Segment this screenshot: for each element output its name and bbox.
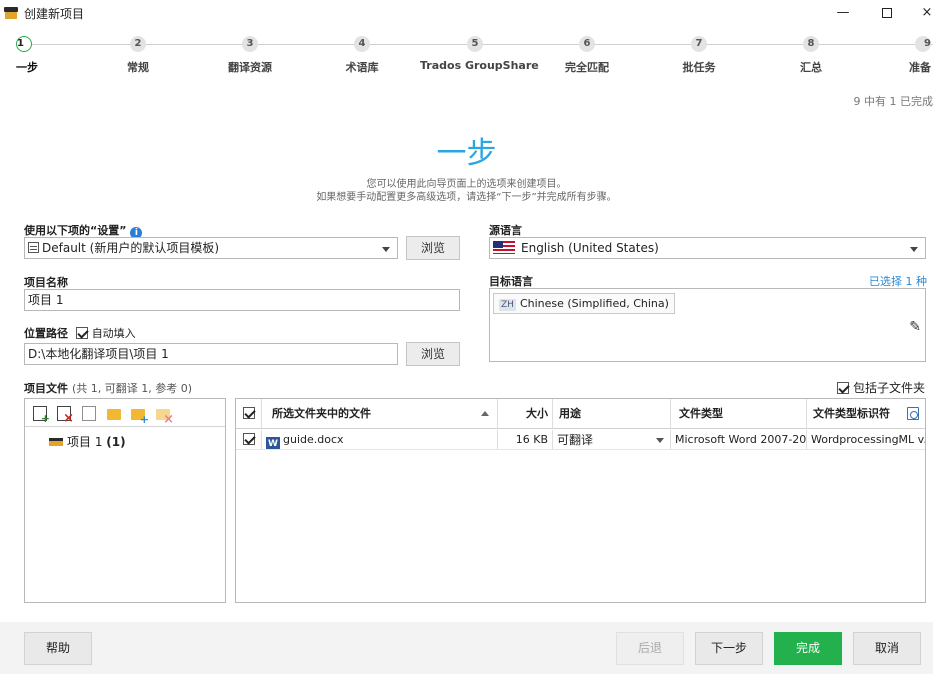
step-8[interactable]: 8 汇总 xyxy=(756,36,866,75)
step-9[interactable]: 9 准备 xyxy=(871,36,931,75)
project-name-input[interactable]: 项目 1 xyxy=(24,289,460,311)
step-number: 9 xyxy=(915,36,931,52)
target-language-box[interactable]: ZH Chinese (Simplified, China) ✎ xyxy=(489,288,926,362)
copy-files-icon[interactable] xyxy=(82,406,96,421)
minimize-button[interactable]: — xyxy=(828,3,858,23)
browse-location-button[interactable]: 浏览 xyxy=(406,342,460,366)
column-header-file-type[interactable]: 文件类型 xyxy=(671,399,807,429)
step-number: 8 xyxy=(803,36,819,52)
sort-ascending-icon xyxy=(481,411,489,416)
language-tag: ZH xyxy=(499,299,516,311)
step-1[interactable]: 1 一步 xyxy=(16,36,56,75)
step-label: 完全匹配 xyxy=(565,61,609,74)
tree-item-count: (1) xyxy=(106,435,126,449)
project-folder-icon xyxy=(49,438,63,446)
us-flag-icon xyxy=(493,241,515,254)
add-folder-icon[interactable] xyxy=(107,409,121,420)
column-header-file-type-id[interactable]: 文件类型标识符 xyxy=(807,399,925,429)
step-number: 6 xyxy=(579,36,595,52)
browse-template-button[interactable]: 浏览 xyxy=(406,236,460,260)
step-label: Trados GroupShare xyxy=(420,59,539,72)
column-header-size[interactable]: 大小 xyxy=(498,399,553,429)
close-button[interactable]: × xyxy=(912,3,933,23)
column-header-usage[interactable]: 用途 xyxy=(553,399,671,429)
location-label: 位置路径 自动填入 xyxy=(24,327,136,340)
step-7[interactable]: 7 批任务 xyxy=(644,36,754,75)
files-table: 所选文件夹中的文件 大小 用途 文件类型 文件类型标识符 Wguide.docx… xyxy=(235,398,926,603)
target-selected-count[interactable]: 已选择 1 种 xyxy=(869,273,927,289)
column-header-name[interactable]: 所选文件夹中的文件 xyxy=(262,399,498,429)
remove-files-icon[interactable] xyxy=(57,406,74,426)
step-5[interactable]: 5 Trados GroupShare xyxy=(420,36,539,72)
file-toolbar xyxy=(25,399,225,427)
word-file-icon: W xyxy=(266,437,280,449)
step-number: 1 xyxy=(16,36,32,52)
table-cell-file-type: Microsoft Word 2007-2016 xyxy=(671,430,807,450)
back-button[interactable]: 后退 xyxy=(616,632,684,665)
maximize-icon xyxy=(882,8,892,18)
select-all-checkbox[interactable] xyxy=(243,407,255,419)
location-input[interactable]: D:\本地化翻译项目\项目 1 xyxy=(24,343,398,365)
tree-item-project[interactable]: 项目 1 (1) xyxy=(49,433,126,450)
step-number: 7 xyxy=(691,36,707,52)
step-label: 准备 xyxy=(909,61,931,74)
wizard-footer: 帮助 后退 下一步 完成 取消 xyxy=(0,622,933,674)
chevron-down-icon xyxy=(656,438,664,443)
select-all-header xyxy=(236,399,262,429)
auto-fill-label: 自动填入 xyxy=(91,327,136,340)
help-button[interactable]: 帮助 xyxy=(24,632,92,665)
step-2[interactable]: 2 常规 xyxy=(83,36,193,75)
source-language-label: 源语言 xyxy=(489,224,522,237)
next-button[interactable]: 下一步 xyxy=(695,632,763,665)
usage-select[interactable]: 可翻译 xyxy=(553,430,671,450)
target-language-chip[interactable]: ZH Chinese (Simplified, China) xyxy=(493,293,675,314)
step-number: 2 xyxy=(130,36,146,52)
cancel-button[interactable]: 取消 xyxy=(853,632,921,665)
column-settings-icon[interactable] xyxy=(907,407,919,420)
page-title: 一步 xyxy=(436,136,497,171)
step-6[interactable]: 6 完全匹配 xyxy=(532,36,642,75)
project-files-counts: (共 1, 可翻译 1, 参考 0) xyxy=(72,382,193,395)
row-select-cell xyxy=(236,430,262,450)
title-bar: 创建新项目 — × xyxy=(0,0,933,26)
step-label: 批任务 xyxy=(682,61,716,74)
step-label: 术语库 xyxy=(345,61,379,74)
table-cell-size: 16 KB xyxy=(498,430,553,450)
step-label: 汇总 xyxy=(800,61,822,74)
template-select[interactable]: Default (新用户的默认项目模板) xyxy=(24,237,398,259)
step-number: 4 xyxy=(354,36,370,52)
table-cell-name[interactable]: Wguide.docx xyxy=(262,430,498,450)
step-number: 5 xyxy=(467,36,483,52)
template-icon xyxy=(28,242,39,253)
app-icon xyxy=(4,6,18,20)
table-cell-file-type-id: WordprocessingML v. 2 xyxy=(807,430,925,450)
auto-fill-checkbox[interactable] xyxy=(75,327,88,339)
step-label: 翻译资源 xyxy=(228,61,272,74)
step-3[interactable]: 3 翻译资源 xyxy=(195,36,305,75)
target-language-label: 目标语言 xyxy=(489,275,533,288)
new-folder-icon[interactable] xyxy=(131,409,149,426)
maximize-button[interactable] xyxy=(872,3,902,23)
add-files-icon[interactable] xyxy=(33,406,50,425)
remove-folder-icon[interactable] xyxy=(156,409,174,427)
step-progress: 9 中有 1 已完成 xyxy=(853,95,933,108)
chevron-down-icon xyxy=(910,247,918,252)
intro-text-2: 如果想要手动配置更多高级选项，请选择“下一步”并完成所有步骤。 xyxy=(316,192,617,203)
project-name-label: 项目名称 xyxy=(24,276,68,289)
include-subfolders[interactable]: 包括子文件夹 xyxy=(837,379,925,396)
step-number: 3 xyxy=(242,36,258,52)
step-4[interactable]: 4 术语库 xyxy=(307,36,417,75)
include-subfolders-label: 包括子文件夹 xyxy=(852,381,925,395)
step-label: 一步 xyxy=(16,61,38,74)
finish-button[interactable]: 完成 xyxy=(774,632,842,665)
project-files-label: 项目文件 (共 1, 可翻译 1, 参考 0) xyxy=(24,382,193,395)
edit-icon[interactable]: ✎ xyxy=(909,319,921,335)
include-subfolders-checkbox[interactable] xyxy=(837,382,850,394)
source-language-select[interactable]: English (United States) xyxy=(489,237,926,259)
step-label: 常规 xyxy=(127,61,149,74)
folder-tree-panel: 项目 1 (1) xyxy=(24,398,226,603)
window-title: 创建新项目 xyxy=(24,7,85,21)
row-checkbox[interactable] xyxy=(243,433,255,445)
chevron-down-icon xyxy=(382,247,390,252)
